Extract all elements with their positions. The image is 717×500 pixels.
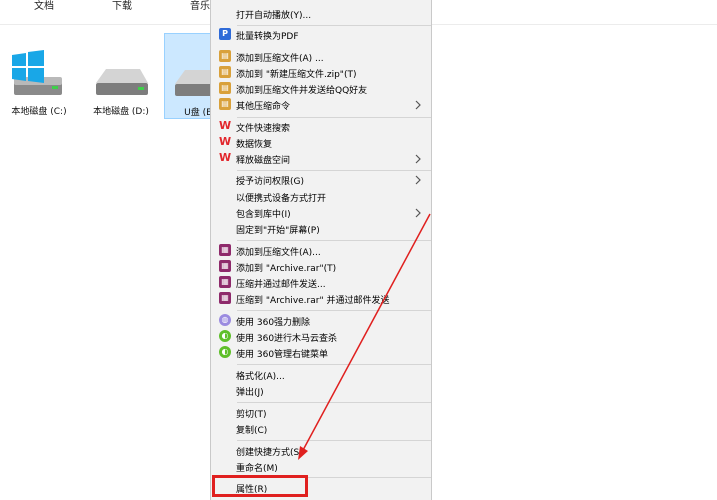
archive-icon: ▤ [219,50,231,62]
360-shred-icon: ◍ [219,314,231,326]
menu-item-add-zip[interactable]: ▤ 添加到 "新建压缩文件.zip"(T) [211,65,431,81]
drive-c[interactable]: 本地磁盘 (C:) [0,33,78,119]
menu-item-label: 添加到 "Archive.rar"(T) [236,264,337,274]
menu-item-label: 其他压缩命令 [236,102,291,112]
winrar-icon: ▦ [219,244,231,256]
quick-access-music[interactable]: 音乐 [190,0,210,12]
menu-item-file-search[interactable]: W 文件快速搜索 [211,119,431,135]
menu-item-label: 重命名(M) [236,464,278,474]
menu-item-winrar-rar-email[interactable]: ▦ 压缩到 "Archive.rar" 并通过邮件发送 [211,291,431,307]
wps-icon: W [218,119,232,132]
quick-access-documents[interactable]: 文档 [34,0,54,12]
menu-item-properties[interactable]: 属性(R) [211,480,431,496]
menu-divider [237,170,431,171]
menu-item-360-shred[interactable]: ◍ 使用 360强力删除 [211,313,431,329]
menu-divider [237,310,431,311]
menu-item-label: 弹出(J) [236,388,264,398]
winrar-icon: ▦ [219,292,231,304]
menu-item-format[interactable]: 格式化(A)... [211,367,431,383]
menu-item-label: 添加到 "新建压缩文件.zip"(T) [236,70,357,80]
menu-item-label: 数据恢复 [236,140,273,150]
menu-item-label: 释放磁盘空间 [236,156,291,166]
menu-item-eject[interactable]: 弹出(J) [211,383,431,399]
menu-divider [237,25,431,26]
menu-item-label: 打开自动播放(Y)... [236,11,312,21]
menu-divider [237,402,431,403]
menu-item-winrar-add[interactable]: ▦ 添加到压缩文件(A)... [211,243,431,259]
archive-icon: ▤ [219,82,231,94]
menu-item-label: 添加到压缩文件(A) ... [236,54,324,64]
menu-item-grant-access[interactable]: 授予访问权限(G) [211,172,431,188]
menu-item-other-archive[interactable]: ▤ 其他压缩命令 [211,97,431,113]
winrar-icon: ▦ [219,276,231,288]
360-scan-icon: ◐ [219,330,231,342]
menu-item-include-library[interactable]: 包含到库中(I) [211,205,431,221]
menu-item-360-manage[interactable]: ◐ 使用 360管理右键菜单 [211,345,431,361]
menu-item-label: 属性(R) [236,485,268,495]
menu-item-label: 添加到压缩文件并发送给QQ好友 [236,86,368,96]
wps-icon: W [218,151,232,164]
menu-item-create-shortcut[interactable]: 创建快捷方式(S) [211,443,431,459]
menu-divider [237,364,431,365]
chevron-right-icon [415,154,421,164]
wps-icon: W [218,135,232,148]
menu-item-label: 添加到压缩文件(A)... [236,248,321,258]
menu-item-360-scan[interactable]: ◐ 使用 360进行木马云查杀 [211,329,431,345]
menu-item-open-portable[interactable]: 以便携式设备方式打开 [211,189,431,205]
menu-item-label: 压缩到 "Archive.rar" 并通过邮件发送 [236,296,390,306]
drive-d[interactable]: 本地磁盘 (D:) [82,33,160,119]
quick-access-downloads[interactable]: 下载 [112,0,132,12]
menu-item-winrar-add-rar[interactable]: ▦ 添加到 "Archive.rar"(T) [211,259,431,275]
menu-divider [237,117,431,118]
windows-drive-icon [12,50,62,95]
winrar-icon: ▦ [219,260,231,272]
menu-item-batch-pdf[interactable]: P 批量转换为PDF [211,27,431,43]
menu-item-autoplay[interactable]: 打开自动播放(Y)... [211,6,431,22]
menu-item-label: 剪切(T) [236,410,267,420]
menu-item-add-archive[interactable]: ▤ 添加到压缩文件(A) ... [211,49,431,65]
menu-item-label: 压缩并通过邮件发送... [236,280,326,290]
menu-divider [237,440,431,441]
context-menu: 打开自动播放(Y)... P 批量转换为PDF ▤ 添加到压缩文件(A) ...… [210,0,432,500]
360-manage-icon: ◐ [219,346,231,358]
menu-item-data-recovery[interactable]: W 数据恢复 [211,135,431,151]
chevron-right-icon [415,208,421,218]
menu-item-free-disk-space[interactable]: W 释放磁盘空间 [211,151,431,167]
menu-item-label: 使用 360强力删除 [236,318,311,328]
menu-item-label: 复制(C) [236,426,268,436]
menu-item-label: 使用 360进行木马云查杀 [236,334,338,344]
menu-item-label: 授予访问权限(G) [236,177,304,187]
drive-c-label: 本地磁盘 (C:) [11,107,67,117]
archive-icon: ▤ [219,66,231,78]
menu-item-rename[interactable]: 重命名(M) [211,459,431,475]
menu-item-label: 批量转换为PDF [236,32,299,42]
menu-item-winrar-email[interactable]: ▦ 压缩并通过邮件发送... [211,275,431,291]
pdf-icon: P [219,28,231,40]
drive-d-label: 本地磁盘 (D:) [93,107,149,117]
menu-item-label: 创建快捷方式(S) [236,448,303,458]
chevron-right-icon [415,100,421,110]
menu-item-archive-send-qq[interactable]: ▤ 添加到压缩文件并发送给QQ好友 [211,81,431,97]
chevron-right-icon [415,175,421,185]
menu-item-label: 固定到"开始"屏幕(P) [236,226,320,236]
menu-item-label: 文件快速搜索 [236,124,291,134]
menu-divider [237,477,431,478]
menu-item-copy[interactable]: 复制(C) [211,421,431,437]
menu-divider [237,240,431,241]
hard-drive-icon [96,69,148,95]
menu-item-label: 以便携式设备方式打开 [236,194,327,204]
menu-item-pin-start[interactable]: 固定到"开始"屏幕(P) [211,221,431,237]
archive-icon: ▤ [219,98,231,110]
menu-item-cut[interactable]: 剪切(T) [211,405,431,421]
menu-item-label: 包含到库中(I) [236,210,291,220]
menu-item-label: 格式化(A)... [236,372,285,382]
menu-item-label: 使用 360管理右键菜单 [236,350,329,360]
